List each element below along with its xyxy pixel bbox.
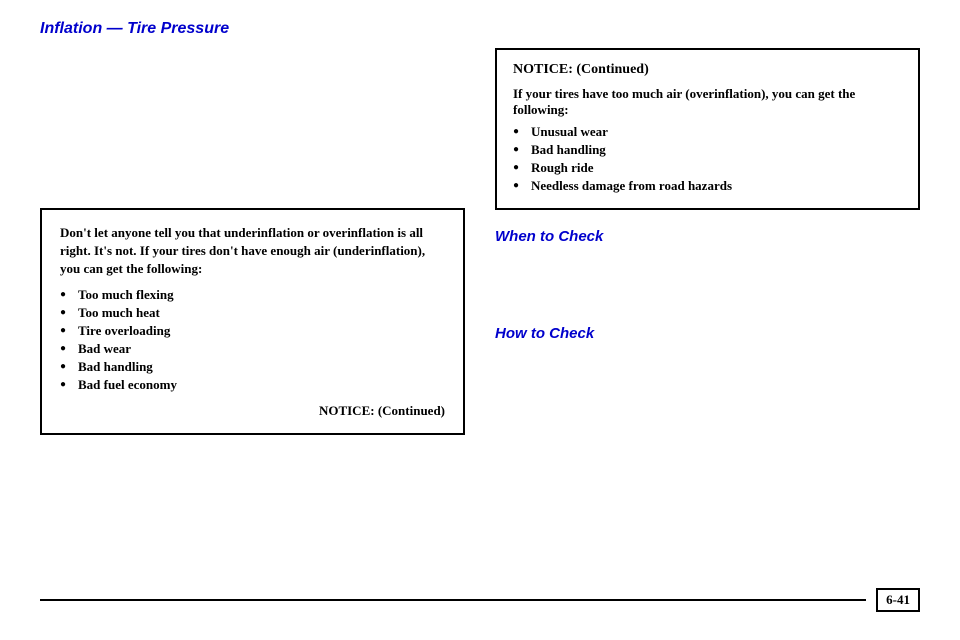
- list-item: Tire overloading: [60, 323, 445, 339]
- overinflation-notice-title: NOTICE: (Continued): [513, 62, 902, 78]
- underinflation-list: Too much flexing Too much heat Tire over…: [60, 287, 445, 393]
- when-to-check-heading: When to Check: [495, 228, 920, 245]
- list-item: Needless damage from road hazards: [513, 178, 902, 194]
- underinflation-intro: Don't let anyone tell you that underinfl…: [60, 224, 445, 279]
- list-item: Bad fuel economy: [60, 377, 445, 393]
- underinflation-notice-box: Don't let anyone tell you that underinfl…: [40, 208, 465, 435]
- page-title: Inflation — Tire Pressure: [40, 20, 920, 38]
- bottom-line: [40, 599, 866, 601]
- page-number: 6-41: [876, 588, 920, 612]
- notice-continued-label: NOTICE: (Continued): [60, 403, 445, 419]
- page-container: Inflation — Tire Pressure Don't let anyo…: [0, 0, 960, 640]
- left-column: Don't let anyone tell you that underinfl…: [40, 48, 465, 435]
- content-area: Don't let anyone tell you that underinfl…: [40, 48, 920, 435]
- list-item: Too much heat: [60, 305, 445, 321]
- bottom-bar: 6-41: [40, 588, 920, 612]
- list-item: Bad wear: [60, 341, 445, 357]
- overinflation-notice-body: If your tires have too much air (overinf…: [513, 86, 902, 194]
- list-item: Too much flexing: [60, 287, 445, 303]
- right-column: NOTICE: (Continued) If your tires have t…: [495, 48, 920, 435]
- list-item: Unusual wear: [513, 124, 902, 140]
- list-item: Bad handling: [513, 142, 902, 158]
- overinflation-intro: If your tires have too much air (overinf…: [513, 86, 902, 118]
- overinflation-list: Unusual wear Bad handling Rough ride Nee…: [513, 124, 902, 194]
- how-to-check-heading: How to Check: [495, 325, 920, 342]
- list-item: Rough ride: [513, 160, 902, 176]
- overinflation-notice-box: NOTICE: (Continued) If your tires have t…: [495, 48, 920, 210]
- list-item: Bad handling: [60, 359, 445, 375]
